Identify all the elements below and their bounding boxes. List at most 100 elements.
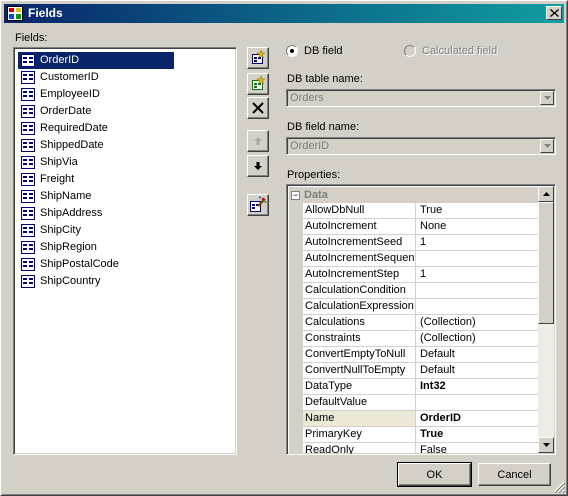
- property-row[interactable]: ConvertEmptyToNull Default: [289, 347, 539, 363]
- property-value[interactable]: Default: [416, 363, 539, 378]
- fields-label: Fields:: [15, 32, 48, 44]
- field-list-item[interactable]: Freight: [18, 171, 232, 188]
- field-icon: [21, 275, 35, 288]
- fields-list[interactable]: OrderID CustomerID EmployeeID OrderDate Requ…: [13, 47, 237, 455]
- property-value[interactable]: [416, 395, 539, 410]
- property-row[interactable]: AutoIncrementStep 1: [289, 267, 539, 283]
- delete-field-button[interactable]: [247, 97, 269, 119]
- add-calculated-field-button[interactable]: [247, 73, 269, 95]
- field-icon: [21, 54, 35, 67]
- field-name: ShipRegion: [40, 241, 97, 253]
- field-name: OrderID: [38, 53, 82, 68]
- ok-button[interactable]: OK: [397, 462, 472, 487]
- property-value[interactable]: [416, 283, 539, 298]
- db-field-label: DB field: [304, 45, 343, 57]
- calculated-field-radio[interactable]: [404, 45, 416, 57]
- property-row[interactable]: AutoIncrementSeed 1: [289, 235, 539, 251]
- db-field-combo[interactable]: OrderID: [286, 137, 556, 155]
- property-name: ConvertEmptyToNull: [303, 347, 416, 362]
- property-row[interactable]: AutoIncrement None: [289, 219, 539, 235]
- field-list-item[interactable]: ShipCountry: [18, 273, 232, 290]
- property-row[interactable]: AllowDbNull True: [289, 203, 539, 219]
- property-name: ReadOnly: [303, 443, 416, 454]
- property-value[interactable]: OrderID: [416, 411, 539, 426]
- property-value[interactable]: 1: [416, 235, 539, 250]
- field-list-item[interactable]: ShipPostalCode: [18, 256, 232, 273]
- property-name: AutoIncrementSequence: [305, 251, 416, 266]
- properties-label: Properties:: [287, 169, 341, 181]
- property-name: CalculationCondition: [303, 283, 416, 298]
- move-down-button[interactable]: [247, 155, 269, 177]
- field-icon: [21, 71, 35, 84]
- field-list-item[interactable]: OrderDate: [18, 103, 232, 120]
- db-table-dropdown-button[interactable]: [540, 91, 554, 105]
- property-row[interactable]: ConvertNullToEmpty Default: [289, 363, 539, 379]
- field-list-item[interactable]: ShipRegion: [18, 239, 232, 256]
- property-value[interactable]: [416, 299, 539, 314]
- property-row[interactable]: AutoIncrementSequence: [289, 251, 539, 267]
- resize-grip-icon[interactable]: [553, 481, 565, 493]
- field-list-item[interactable]: ShipCity: [18, 222, 232, 239]
- property-name: Constraints: [303, 331, 416, 346]
- db-table-combo[interactable]: Orders: [286, 89, 556, 107]
- property-row[interactable]: CalculationExpression: [289, 299, 539, 315]
- property-name: AutoIncrementStep: [303, 267, 416, 282]
- field-list-item[interactable]: ShipAddress: [18, 205, 232, 222]
- title-bar[interactable]: Fields: [4, 4, 564, 23]
- chevron-down-icon: [543, 144, 551, 148]
- property-grid[interactable]: − Data AllowDbNull True AutoIncrement None A…: [286, 184, 556, 455]
- property-value[interactable]: Default: [416, 347, 539, 362]
- property-value[interactable]: (Collection): [416, 331, 539, 346]
- close-button[interactable]: [546, 6, 562, 20]
- scroll-thumb[interactable]: [538, 202, 554, 324]
- field-list-item[interactable]: EmployeeID: [18, 86, 232, 103]
- property-value[interactable]: (Collection): [416, 315, 539, 330]
- property-value[interactable]: [416, 251, 539, 266]
- field-list-item[interactable]: RequiredDate: [18, 120, 232, 137]
- row-gutter: [289, 331, 303, 346]
- property-row[interactable]: ReadOnly False: [289, 443, 539, 454]
- field-list-item[interactable]: OrderID: [18, 52, 174, 69]
- collapse-icon[interactable]: −: [291, 190, 300, 200]
- property-value[interactable]: Int32: [416, 379, 539, 394]
- property-value[interactable]: True: [416, 203, 539, 218]
- property-row[interactable]: Name OrderID: [289, 411, 539, 427]
- db-table-value: Orders: [290, 92, 324, 104]
- property-name: DefaultValue: [303, 395, 416, 410]
- property-row[interactable]: DataType Int32: [289, 379, 539, 395]
- move-up-button[interactable]: [247, 130, 269, 152]
- field-name: ShipCity: [40, 224, 81, 236]
- cancel-button[interactable]: Cancel: [478, 463, 551, 486]
- chevron-down-icon: [543, 96, 551, 100]
- field-wizard-button[interactable]: [247, 194, 269, 216]
- db-field-name-label: DB field name:: [287, 121, 360, 133]
- field-list-item[interactable]: CustomerID: [18, 69, 232, 86]
- field-name: ShippedDate: [40, 139, 104, 151]
- db-field-dropdown-button[interactable]: [540, 139, 554, 153]
- app-icon: [7, 6, 23, 21]
- property-value[interactable]: 1: [416, 267, 539, 282]
- property-row[interactable]: DefaultValue: [289, 395, 539, 411]
- field-name: Freight: [40, 173, 75, 185]
- close-icon: [549, 9, 559, 17]
- property-row[interactable]: CalculationCondition: [289, 283, 539, 299]
- property-row[interactable]: Constraints (Collection): [289, 331, 539, 347]
- db-field-radio[interactable]: [286, 45, 298, 57]
- property-value[interactable]: True: [416, 427, 539, 442]
- field-list-item[interactable]: ShipVia: [18, 154, 232, 171]
- property-value[interactable]: False: [416, 443, 539, 454]
- scroll-up-button[interactable]: [538, 186, 554, 202]
- property-row[interactable]: PrimaryKey True: [289, 427, 539, 443]
- db-field-value: OrderID: [290, 140, 330, 152]
- scroll-down-button[interactable]: [538, 437, 554, 453]
- add-field-button[interactable]: [247, 47, 269, 69]
- category-row-data[interactable]: − Data: [289, 187, 539, 203]
- field-list-item[interactable]: ShippedDate: [18, 137, 232, 154]
- property-row[interactable]: Calculations (Collection): [289, 315, 539, 331]
- property-name: PrimaryKey: [303, 427, 416, 442]
- property-grid-scrollbar[interactable]: [538, 186, 554, 453]
- move-down-icon: [254, 162, 262, 170]
- field-list-item[interactable]: ShipName: [18, 188, 232, 205]
- property-value[interactable]: None: [416, 219, 539, 234]
- field-icon: [21, 139, 35, 152]
